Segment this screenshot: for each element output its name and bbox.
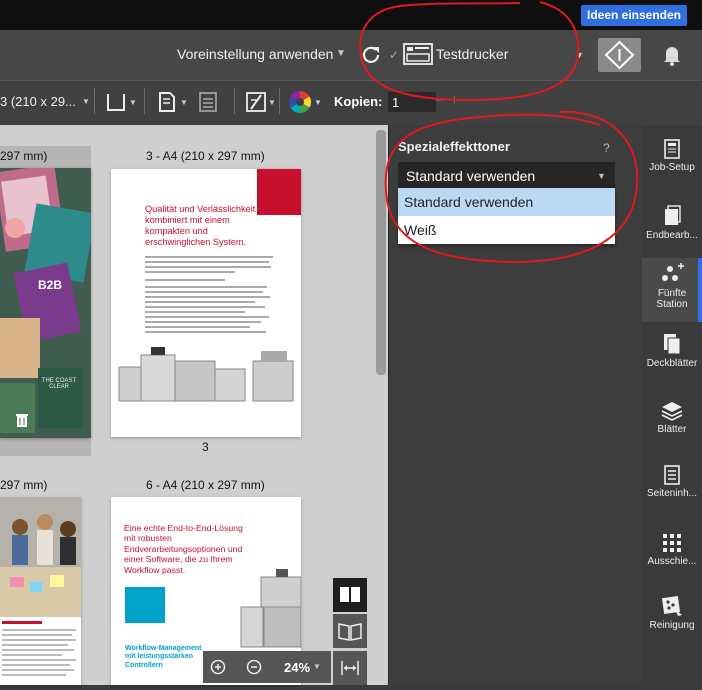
nav-imposition[interactable]: Ausschie... <box>642 533 702 567</box>
duplex-icon[interactable] <box>155 90 179 114</box>
preset-dropdown[interactable]: Voreinstellung anwenden <box>177 46 333 62</box>
submit-diamond-icon <box>604 40 635 70</box>
vertical-scrollbar[interactable] <box>376 130 386 375</box>
copies-input[interactable] <box>388 92 436 112</box>
sheets-icon <box>661 402 683 421</box>
cleaning-icon <box>661 595 682 616</box>
chevron-down-icon[interactable]: ▼ <box>313 662 321 671</box>
trash-icon[interactable] <box>14 412 30 428</box>
printer-product-image <box>118 347 294 402</box>
binding-icon[interactable] <box>104 90 128 114</box>
page-headline: Eine echte End-to-End-Lösung mit robuste… <box>124 523 243 575</box>
side-nav: Job-Setup Endbearb... Fünfte Station Dec… <box>642 125 702 685</box>
b2b-text: B2B <box>38 278 63 292</box>
toner-options-list: Standard verwenden Weiß <box>398 188 615 244</box>
nav-label: Fünfte Station <box>656 288 688 310</box>
page-thumbnail-3[interactable]: Qualität und Verlässlichkeit kombiniert … <box>111 169 301 437</box>
page-headline: Qualität und Verlässlichkeit kombiniert … <box>145 204 256 248</box>
body-text-lines <box>2 621 76 676</box>
toolbar-divider <box>144 88 145 114</box>
staple-icon[interactable] <box>244 90 268 114</box>
nav-label: Reinigung <box>649 620 695 631</box>
coast-text: THE COAST CLEAR <box>41 378 77 390</box>
help-icon[interactable]: ? <box>603 141 610 155</box>
team-photo-image <box>0 497 81 617</box>
copies-increment-button[interactable]: + <box>450 92 459 109</box>
nav-job-setup[interactable]: Job-Setup <box>642 139 702 173</box>
color-wheel-icon[interactable] <box>288 90 312 114</box>
page-content-icon <box>664 465 680 485</box>
nav-label: Seiteninh... <box>646 488 698 499</box>
nav-cleaning[interactable]: Reinigung <box>642 595 702 631</box>
copies-label: Kopien: <box>334 94 383 109</box>
chevron-down-icon[interactable]: ▼ <box>597 171 606 181</box>
printer-product-image <box>240 569 301 648</box>
fit-width-icon <box>341 661 359 675</box>
page-label: 297 mm) <box>0 478 48 492</box>
spread-view-button[interactable] <box>333 578 367 612</box>
submit-job-button[interactable] <box>598 38 641 72</box>
collage-image <box>0 168 91 438</box>
nav-fifth-station[interactable]: Fünfte Station <box>642 258 702 322</box>
zoom-level-dropdown[interactable]: 24% <box>284 660 310 675</box>
printer-icon <box>403 43 433 65</box>
bell-icon[interactable] <box>662 44 682 66</box>
page-label: 297 mm) <box>0 149 48 163</box>
header-bar <box>0 30 702 80</box>
book-view-icon <box>338 623 362 641</box>
chevron-down-icon[interactable]: ▼ <box>575 50 584 60</box>
page-thumbnail-5[interactable] <box>0 497 81 685</box>
view-mode-buttons <box>333 578 367 685</box>
printer-selector[interactable]: Testdrucker <box>436 46 508 62</box>
chevron-down-icon[interactable]: ▼ <box>314 98 322 107</box>
cyan-block <box>125 587 165 623</box>
spread-view-icon <box>340 587 360 602</box>
panel-title: Spezialeffekttoner <box>398 139 510 154</box>
nav-page-content[interactable]: Seiteninh... <box>642 465 702 499</box>
nav-label: Ausschie... <box>647 556 697 567</box>
ideen-einsenden-button[interactable]: Ideen einsenden <box>581 5 687 26</box>
paper-size-dropdown[interactable]: 3 (210 x 29... <box>0 94 76 109</box>
chevron-down-icon[interactable]: ▼ <box>268 98 276 107</box>
fifth-station-icon <box>662 263 684 281</box>
refresh-icon[interactable] <box>360 44 382 66</box>
nav-label: Deckblätter <box>646 358 698 369</box>
zoom-in-icon[interactable] <box>210 659 226 675</box>
nav-label: Endbearb... <box>646 230 698 241</box>
page-number: 3 <box>202 440 209 454</box>
book-view-button[interactable] <box>333 614 367 648</box>
nav-label: Blätter <box>657 424 687 435</box>
copies-decrement-button[interactable]: − <box>435 92 444 109</box>
page-label: 3 - A4 (210 x 297 mm) <box>146 149 265 163</box>
fit-width-button[interactable] <box>333 651 367 685</box>
finishing-icon <box>665 205 681 225</box>
chevron-down-icon[interactable]: ▼ <box>82 97 90 106</box>
zoom-out-icon[interactable] <box>246 659 262 675</box>
option-weiss[interactable]: Weiß <box>398 216 615 244</box>
option-standard[interactable]: Standard verwenden <box>398 188 615 216</box>
document-icon[interactable] <box>196 90 220 114</box>
select-value: Standard verwenden <box>406 168 536 184</box>
page-label: 6 - A4 (210 x 297 mm) <box>146 478 265 492</box>
chevron-down-icon[interactable]: ▼ <box>180 98 188 107</box>
covers-icon <box>664 334 681 355</box>
toolbar-divider <box>94 88 95 114</box>
chevron-down-icon[interactable]: ▼ <box>336 48 346 59</box>
page-thumbnail-2[interactable]: B2B THE COAST CLEAR <box>0 168 91 438</box>
chevron-down-icon[interactable]: ▼ <box>129 98 137 107</box>
nav-label: Job-Setup <box>649 162 695 173</box>
nav-covers[interactable]: Deckblätter <box>642 333 702 369</box>
nav-sheets[interactable]: Blätter <box>642 401 702 435</box>
nav-finishing[interactable]: Endbearb... <box>642 205 702 241</box>
toolbar-divider <box>279 88 280 114</box>
job-setup-icon <box>664 139 680 159</box>
imposition-icon <box>663 534 681 552</box>
active-nav-indicator <box>698 258 702 322</box>
page-subhead: Workflow-Management mit leistungsstarken… <box>125 645 202 669</box>
toolbar-divider <box>234 88 235 114</box>
check-icon: ✓ <box>389 48 400 62</box>
